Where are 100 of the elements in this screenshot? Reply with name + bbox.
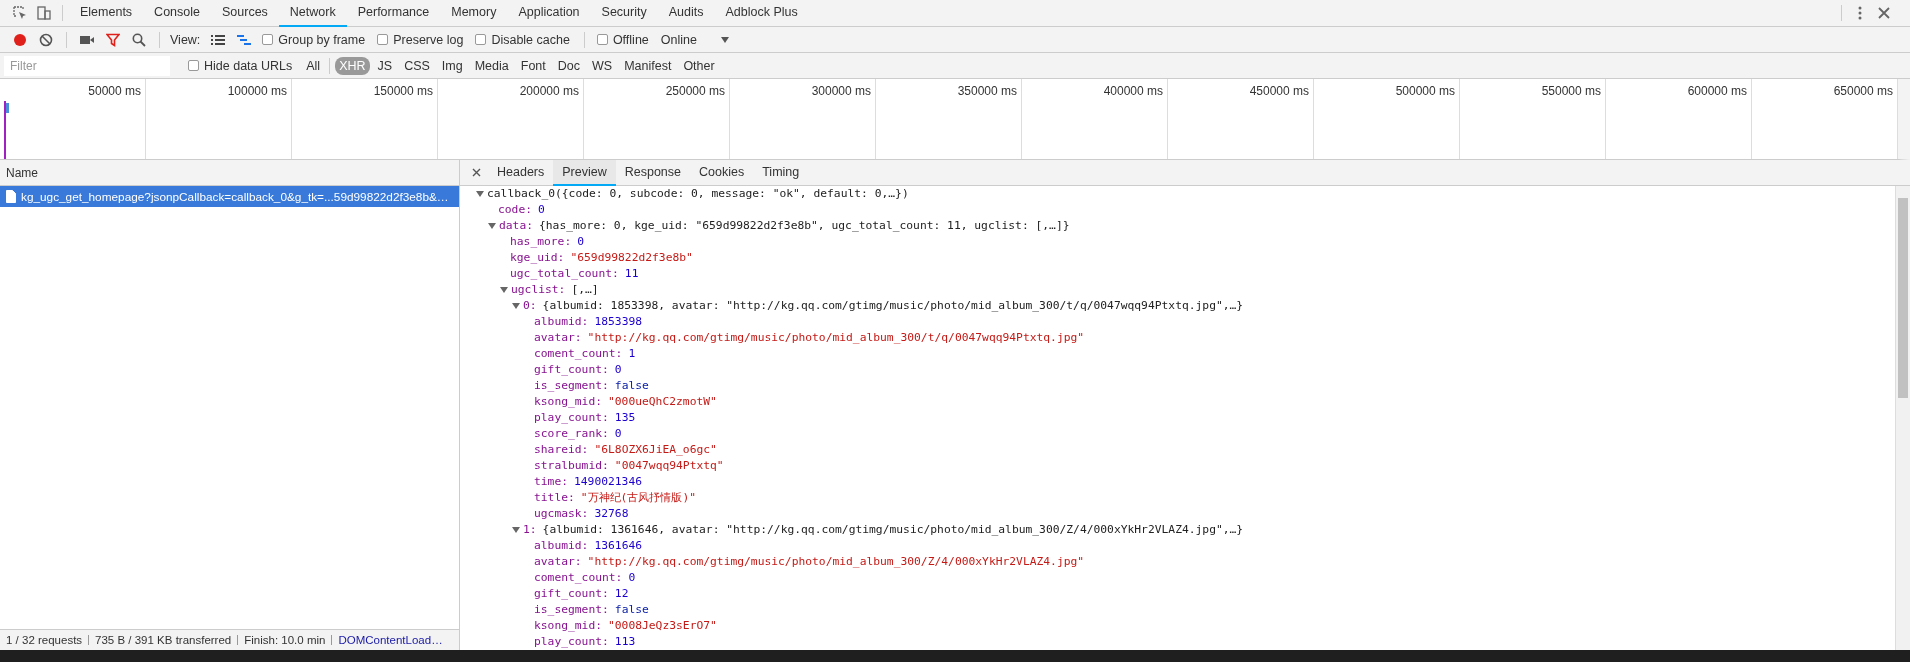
callback-summary: callback_0({code: 0, subcode: 0, message: "ok", default: 0,…})	[487, 186, 909, 202]
expand-toggle-icon[interactable]	[500, 287, 508, 293]
checkbox-label: Disable cache	[491, 32, 570, 47]
panel-tab[interactable]: Performance	[346, 0, 441, 27]
property-value: 12	[614, 586, 629, 602]
document-icon	[6, 190, 16, 203]
type-filter[interactable]: JS	[373, 56, 397, 75]
property-value: 0	[614, 362, 622, 378]
type-filter[interactable]: CSS	[400, 56, 434, 75]
property-value: 1361646	[594, 538, 643, 554]
detail-tab[interactable]: Timing	[753, 159, 809, 186]
request-row[interactable]: kg_ugc_get_homepage?jsonpCallback=callback_0&g_tk=...59d99822d2f3e8b&…	[0, 186, 459, 207]
dom-content-loaded-link[interactable]: DOMContentLoad…	[338, 634, 443, 646]
checkbox-label: Offline	[612, 32, 649, 47]
property-value: 113	[614, 634, 636, 650]
throttling-dropdown[interactable]: Online	[656, 32, 733, 47]
time-tick-label: 650000 ms	[1833, 84, 1893, 98]
filter-field[interactable]: Filter	[4, 55, 170, 76]
scrollbar[interactable]	[1895, 186, 1910, 650]
time-tick-label: 200000 ms	[519, 84, 579, 98]
transferred-size: 735 B / 391 KB transferred	[95, 634, 232, 646]
property-value: {has_more: 0, kge_uid: "659d99822d2f3e8b", ugc_total_count: 11, ugclist: [,…]}	[539, 218, 1070, 234]
property-value: "万神纪(古风抒情版)"	[580, 490, 697, 506]
detail-tab[interactable]: Preview	[553, 159, 616, 186]
detail-tab[interactable]: Cookies	[690, 159, 754, 186]
checkbox-label: Group by frame	[278, 32, 366, 47]
property-key: coment_count:	[534, 346, 623, 362]
property-value: "000ueQhC2zmotW"	[608, 394, 717, 410]
property-key: title:	[534, 490, 575, 506]
property-value: {albumid: 1853398, avatar: "http://kg.qq.com/gtimg/music/photo/mid_album_300/t/q/0047wqq94Ptxtq.jpg",…}	[542, 298, 1244, 314]
property-key: code:	[498, 202, 532, 218]
property-key: ugclist:	[511, 282, 566, 298]
property-key: play_count:	[534, 410, 609, 426]
checkbox[interactable]	[188, 60, 199, 71]
property-value: false	[614, 378, 649, 394]
property-value: "http://kg.qq.com/gtimg/music/photo/mid_album_300/t/q/0047wqq94Ptxtq.jpg"	[587, 330, 1085, 346]
panel-tab[interactable]: Application	[507, 0, 591, 27]
property-value: 1	[628, 346, 636, 362]
checkbox[interactable]	[262, 34, 274, 45]
checkbox[interactable]	[377, 34, 389, 45]
panel-tab[interactable]: Memory	[440, 0, 508, 27]
type-filter[interactable]: Other	[679, 56, 719, 75]
property-value: 0	[538, 202, 545, 218]
request-name: kg_ugc_get_homepage?jsonpCallback=callback_0&g_tk=...59d99822d2f3e8b&…	[21, 189, 449, 204]
time-tick-label: 350000 ms	[957, 84, 1017, 98]
type-filter[interactable]: Doc	[553, 56, 584, 75]
expand-toggle-icon[interactable]	[476, 191, 484, 197]
view-label: View:	[170, 32, 201, 47]
property-key: 0:	[523, 298, 537, 314]
property-key: play_count:	[534, 634, 609, 650]
time-tick-label: 550000 ms	[1541, 84, 1601, 98]
property-key: ksong_mid:	[534, 394, 602, 410]
type-filter[interactable]: WS	[588, 56, 617, 75]
request-timeline-bar	[4, 101, 9, 159]
property-key: ksong_mid:	[534, 618, 602, 634]
detail-tab[interactable]: Headers	[488, 159, 554, 186]
checkbox-label: Hide data URLs	[204, 58, 293, 73]
property-key: shareid:	[534, 442, 589, 458]
property-key: stralbumid:	[534, 458, 609, 474]
expand-toggle-icon[interactable]	[488, 223, 496, 229]
time-tick-label: 250000 ms	[665, 84, 725, 98]
expand-toggle-icon[interactable]	[512, 303, 520, 309]
checkbox[interactable]	[475, 34, 487, 45]
type-filter[interactable]: Img	[437, 56, 467, 75]
property-value: "0008JeQz3sErO7"	[608, 618, 717, 634]
time-tick-label: 500000 ms	[1395, 84, 1455, 98]
time-tick-label: 100000 ms	[227, 84, 287, 98]
panel-tab[interactable]: Elements	[69, 0, 144, 27]
property-key: gift_count:	[534, 586, 609, 602]
property-value: "6L8OZX6JiEA_o6gc"	[594, 442, 717, 458]
type-filter[interactable]: Font	[516, 56, 550, 75]
column-header: Name	[6, 165, 38, 180]
time-tick-label: 300000 ms	[811, 84, 871, 98]
panel-tab[interactable]: Adblock Plus	[714, 0, 809, 27]
panel-tab[interactable]: Security	[590, 0, 658, 27]
type-filter[interactable]: All	[302, 56, 325, 75]
time-tick-label: 450000 ms	[1249, 84, 1309, 98]
property-key: albumid:	[534, 538, 589, 554]
property-key: avatar:	[534, 330, 582, 346]
property-value: {albumid: 1361646, avatar: "http://kg.qq.com/gtimg/music/photo/mid_album_300/Z/4/000xYkHr2VLAZ4.jpg",…}	[542, 522, 1244, 538]
time-tick-label: 150000 ms	[373, 84, 433, 98]
panel-tab[interactable]: Audits	[657, 0, 715, 27]
checkbox[interactable]	[596, 34, 608, 45]
panel-tab[interactable]: Console	[143, 0, 211, 27]
property-key: is_segment:	[534, 378, 609, 394]
type-filter[interactable]: Manifest	[620, 56, 676, 75]
property-value: 0	[614, 426, 622, 442]
property-value: "http://kg.qq.com/gtimg/music/photo/mid_album_300/Z/4/000xYkHr2VLAZ4.jpg"	[587, 554, 1085, 570]
detail-tab[interactable]: Response	[615, 159, 690, 186]
checkbox-label: Preserve log	[393, 32, 464, 47]
property-key: is_segment:	[534, 602, 609, 618]
property-key: albumid:	[534, 314, 589, 330]
type-filter[interactable]: Media	[470, 56, 513, 75]
property-key: has_more:	[510, 234, 572, 250]
property-key: gift_count:	[534, 362, 609, 378]
time-tick-label: 50000 ms	[88, 84, 141, 98]
property-key: score_rank:	[534, 426, 609, 442]
panel-tab[interactable]: Sources	[211, 0, 279, 27]
expand-toggle-icon[interactable]	[512, 527, 520, 533]
property-key: data:	[499, 218, 533, 234]
